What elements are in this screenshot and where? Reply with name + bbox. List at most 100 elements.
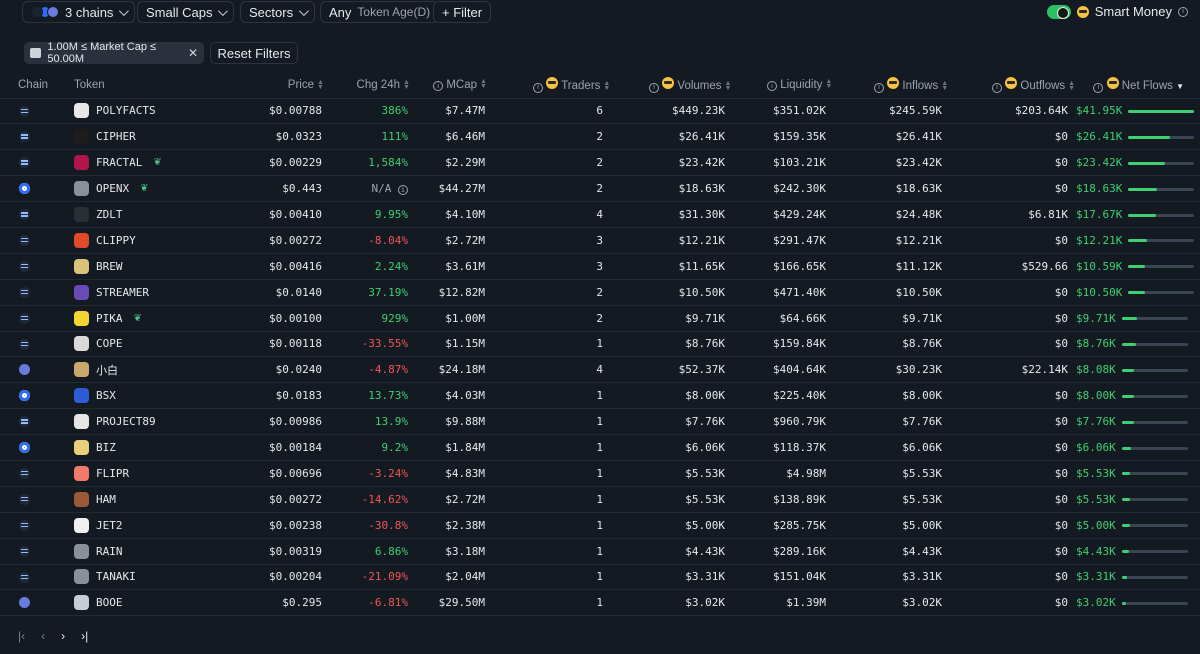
token-symbol: TANAKI [96, 570, 136, 584]
token-cell[interactable]: JET2 [0, 512, 160, 539]
table-row[interactable]: OPENX ❦ $0.443 N/A i $44.27M 2 $18.63K $… [0, 175, 1200, 203]
smart-money-label: Smart Money [1094, 4, 1172, 19]
token-symbol: PROJECT89 [96, 415, 156, 429]
token-logo [74, 336, 89, 352]
col-price[interactable]: Price ▲ ▼ [160, 72, 324, 99]
volumes-cell: $31.30K [607, 201, 731, 228]
info-icon[interactable]: i [398, 185, 408, 196]
table-row[interactable]: ZDLT $0.00410 9.95% $4.10M 4 $31.30K $42… [0, 201, 1200, 228]
chg-24h-cell: 13.9% [322, 408, 408, 436]
info-icon[interactable]: i [533, 82, 543, 93]
close-icon[interactable]: ✕ [188, 46, 198, 60]
token-cell[interactable]: CLIPPY [0, 227, 160, 254]
token-cell[interactable]: ZDLT [0, 201, 160, 228]
chg-24h-cell: -33.55% [322, 331, 408, 358]
chg-24h-cell: 9.95% [322, 201, 408, 228]
table-row[interactable]: TANAKI $0.00204 -21.09% $2.04M 1 $3.31K … [0, 564, 1200, 591]
token-cell[interactable]: HAM [0, 486, 160, 513]
volumes-cell: $8.00K [607, 382, 731, 410]
table-row[interactable]: FLIPR $0.00696 -3.24% $4.83M 1 $5.53K $4… [0, 460, 1200, 487]
token-cell[interactable]: PIKA ❦ [0, 305, 160, 332]
col-liquidity[interactable]: i Liquidity ▲ ▼ [731, 72, 834, 99]
token-cell[interactable]: TANAKI [0, 564, 160, 591]
table-row[interactable]: BIZ $0.00184 9.2% $1.84M 1 $6.06K $118.3… [0, 434, 1200, 461]
token-cell[interactable]: STREAMER [0, 279, 160, 306]
new-token-icon: ❦ [133, 312, 142, 324]
table-row[interactable]: BOOE $0.295 -6.81% $29.50M 1 $3.02K $1.3… [0, 589, 1200, 617]
info-icon[interactable]: i [1093, 82, 1104, 93]
chains-dropdown[interactable]: 3 chains [22, 1, 136, 23]
sol-chain-icon [19, 312, 30, 324]
table-row[interactable]: BSX $0.0183 13.73% $4.03M 1 $8.00K $225.… [0, 382, 1200, 410]
market-cap-filter-tag[interactable]: 1.00M ≤ Market Cap ≤ 50.00M ✕ [24, 41, 204, 65]
first-page-button[interactable]: |‹ [18, 629, 25, 643]
net-flows-cell: $4.43K [1076, 538, 1200, 565]
token-cell[interactable]: 小白 [0, 356, 160, 384]
table-row[interactable]: RAIN $0.00319 6.86% $3.18M 1 $4.43K $289… [0, 538, 1200, 565]
table-row[interactable]: JET2 $0.00238 -30.8% $2.38M 1 $5.00K $28… [0, 512, 1200, 539]
sectors-dropdown[interactable]: Sectors [240, 1, 316, 23]
info-icon[interactable]: i [433, 81, 444, 91]
token-cell[interactable]: COPE [0, 331, 160, 358]
col-chg-24h[interactable]: Chg 24h ▲ ▼ [322, 72, 410, 99]
col-traders[interactable]: i Traders ▲ ▼ [493, 72, 610, 99]
token-logo [74, 258, 89, 274]
traders-cell: 2 [493, 149, 607, 177]
token-cell[interactable]: BIZ [0, 434, 160, 461]
last-page-button[interactable]: ›| [81, 629, 88, 643]
table-row[interactable]: PIKA ❦ $0.00100 929% $1.00M 2 $9.71K $64… [0, 305, 1200, 332]
price-cell: $0.00986 [160, 408, 322, 436]
outflows-cell: $0 [950, 460, 1076, 487]
token-cell[interactable]: CIPHER [0, 123, 160, 151]
token-cell[interactable]: FRACTAL ❦ [0, 149, 162, 177]
table-row[interactable]: PROJECT89 $0.00986 13.9% $9.88M 1 $7.76K… [0, 408, 1200, 436]
info-icon[interactable]: i [649, 82, 659, 93]
add-filter-button[interactable]: + Filter [433, 1, 492, 23]
price-cell: $0.00319 [160, 538, 322, 565]
traders-cell: 1 [493, 512, 607, 539]
col-mcap[interactable]: i MCap ▲ ▼ [408, 72, 493, 99]
sunglasses-icon [1076, 5, 1089, 18]
table-row[interactable]: 小白 $0.0240 -4.87% $24.18M 4 $52.37K $404… [0, 356, 1200, 384]
token-cell[interactable]: BREW [0, 253, 160, 280]
chg-24h-cell: 13.73% [322, 382, 408, 410]
reset-filters-button[interactable]: Reset Filters [210, 42, 298, 64]
token-cell[interactable]: BSX [0, 382, 160, 410]
table-row[interactable]: STREAMER $0.0140 37.19% $12.82M 2 $10.50… [0, 279, 1200, 306]
info-icon[interactable]: i [992, 82, 1002, 93]
outflows-cell: $0 [950, 512, 1076, 539]
col-volumes[interactable]: i Volumes ▲ ▼ [607, 72, 731, 99]
table-row[interactable]: COPE $0.00118 -33.55% $1.15M 1 $8.76K $1… [0, 331, 1200, 358]
small-caps-dropdown[interactable]: Small Caps [137, 1, 235, 23]
sol-chain-icon [19, 260, 30, 272]
info-icon[interactable]: i [874, 82, 884, 93]
token-cell[interactable]: POLYFACTS [0, 98, 160, 125]
inflows-cell: $9.71K [834, 305, 950, 332]
token-cell[interactable]: BOOE [0, 589, 160, 617]
token-cell[interactable]: RAIN [0, 538, 160, 565]
col-inflows[interactable]: i Inflows ▲ ▼ [834, 72, 950, 99]
token-cell[interactable]: FLIPR [0, 460, 160, 487]
prev-page-button[interactable]: ‹ [41, 629, 45, 643]
token-age-filter[interactable]: Any Token Age(D) [320, 1, 440, 23]
info-icon[interactable]: i [767, 81, 777, 91]
token-cell[interactable]: PROJECT89 [0, 408, 160, 436]
net-flow-bar [1128, 109, 1195, 113]
table-row[interactable]: POLYFACTS $0.00788 386% $7.47M 6 $449.23… [0, 98, 1200, 125]
net-flows-cell: $8.00K [1076, 382, 1200, 410]
table-row[interactable]: CIPHER $0.0323 111% $6.46M 2 $26.41K $15… [0, 123, 1200, 151]
next-page-button[interactable]: › [61, 629, 65, 643]
token-cell[interactable]: OPENX ❦ [0, 175, 160, 203]
table-row[interactable]: CLIPPY $0.00272 -8.04% $2.72M 3 $12.21K … [0, 227, 1200, 254]
col-outflows[interactable]: i Outflows ▲ ▼ [950, 72, 1076, 99]
table-row[interactable]: BREW $0.00416 2.24% $3.61M 3 $11.65K $16… [0, 253, 1200, 280]
col-net-flows[interactable]: i Net Flows ▼ [1076, 72, 1200, 99]
net-flow-bar [1121, 498, 1188, 502]
table-row[interactable]: HAM $0.00272 -14.62% $2.72M 1 $5.53K $13… [0, 486, 1200, 513]
volumes-cell: $23.42K [607, 149, 731, 177]
info-icon[interactable]: i [1178, 6, 1188, 17]
mcap-cell: $24.18M [408, 356, 493, 384]
smart-money-toggle[interactable] [1046, 4, 1071, 19]
token-logo [74, 388, 89, 404]
table-row[interactable]: FRACTAL ❦ $0.00229 1,584% $2.29M 2 $23.4… [0, 149, 1200, 177]
